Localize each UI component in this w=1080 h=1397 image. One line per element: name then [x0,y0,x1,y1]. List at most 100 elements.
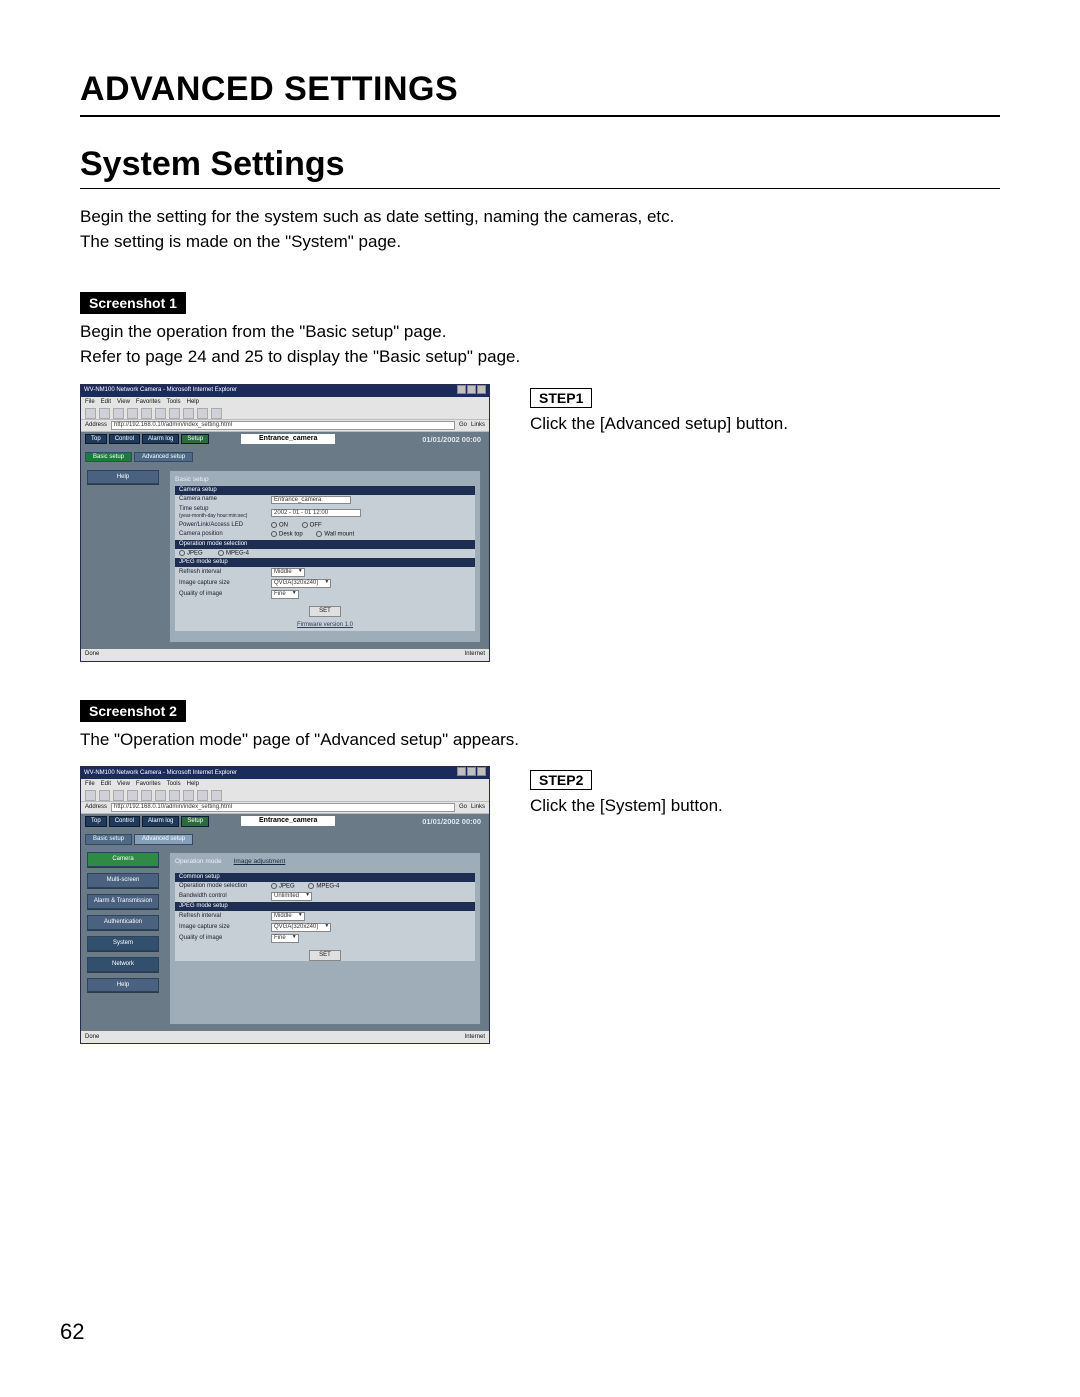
value-size: QVGA(320x240) [271,579,331,588]
bar-jpeg-mode: JPEG mode setup [175,902,475,911]
sidebar-authentication: Authentication [87,915,159,930]
menu-edit: Edit [101,399,111,406]
browser-toolbar [81,408,489,420]
menu-file: File [85,399,95,406]
history-icon [183,408,194,419]
browser-menubar: File Edit View Favorites Tools Help [81,779,489,790]
address-label: Address [85,804,107,811]
screenshot-1-text-1: Begin the operation from the "Basic setu… [80,320,1000,345]
radio-off: OFF [302,522,322,529]
screenshot-2-badge: Screenshot 2 [80,700,186,722]
mail-icon [197,790,208,801]
firmware-version: Firmware version 1.0 [175,620,475,631]
radio-jpeg: JPEG [271,883,295,890]
value-time: 2002 - 01 - 01 12:00 [271,509,361,517]
menu-file: File [85,781,95,788]
screenshot-2-text-1: The "Operation mode" page of "Advanced s… [80,728,1000,753]
tab-control: Control [109,434,140,445]
window-buttons [456,385,486,397]
links-label: Links [471,804,485,811]
intro-line-1: Begin the setting for the system such as… [80,205,1000,230]
screenshot-2-image: WV-NM100 Network Camera - Microsoft Inte… [80,766,490,1044]
screenshot-1-image: WV-NM100 Network Camera - Microsoft Inte… [80,384,490,662]
sidebar-system: System [87,936,159,951]
radio-wallmount: Wall mount [316,531,354,538]
fwd-icon [99,408,110,419]
screenshot-1-text-2: Refer to page 24 and 25 to display the "… [80,345,1000,370]
history-icon [183,790,194,801]
go-button: Go [459,422,467,429]
menu-tools: Tools [167,781,181,788]
window-title: WV-NM100 Network Camera - Microsoft Inte… [84,770,237,777]
sidebar-alarm: Alarm & Transmission [87,894,159,909]
search-icon [155,790,166,801]
value-bandwidth: Unlimited [271,892,312,901]
address-url: http://192.168.0.10/admin/index_setting.… [111,803,455,812]
heading-rule [80,115,1000,117]
favorites-icon [169,408,180,419]
back-icon [85,408,96,419]
favorites-icon [169,790,180,801]
fwd-icon [99,790,110,801]
set-button: SET [309,606,341,617]
browser-menubar: File Edit View Favorites Tools Help [81,397,489,408]
status-right: Internet [465,1034,485,1041]
inner-tab-operation-mode: Operation mode [175,858,222,865]
intro-line-2: The setting is made on the "System" page… [80,230,1000,255]
label-time-setup: Time setup(year-month-day hour:min:sec) [179,506,265,520]
tab-top: Top [85,434,107,445]
menu-favorites: Favorites [136,399,161,406]
screenshot-1-badge: Screenshot 1 [80,292,186,314]
label-camera-name: Camera name [179,496,265,503]
bar-operation-mode: Operation mode selection [175,540,475,549]
value-quality: Fine [271,590,299,599]
value-size: QVGA(320x240) [271,923,331,932]
address-label: Address [85,422,107,429]
label-refresh: Refresh interval [179,913,265,920]
bar-common-setup: Common setup [175,873,475,882]
set-button: SET [309,950,341,961]
page-number: 62 [60,1319,84,1345]
label-led: Power/Link/Access LED [179,522,265,529]
screenshot-2-section: Screenshot 2 The "Operation mode" page o… [80,700,1000,1045]
value-refresh: Middle [271,568,305,577]
camera-name-display: Entrance_camera [241,434,335,444]
camera-name-display: Entrance_camera [241,816,335,826]
tab-setup: Setup [181,434,209,445]
browser-address-bar: Address http://192.168.0.10/admin/index_… [81,420,489,432]
datetime-display: 01/01/2002 00:00 [422,436,481,445]
menu-view: View [117,781,130,788]
step1-label: STEP1 [530,388,592,408]
tab-setup: Setup [181,816,209,827]
subheading-rule [80,188,1000,189]
section-heading: System Settings [80,145,1000,184]
menu-view: View [117,399,130,406]
stop-icon [113,790,124,801]
home-icon [141,790,152,801]
refresh-icon [127,790,138,801]
sidebar-camera: Camera [87,852,159,867]
step2-text: Click the [System] button. [530,796,890,816]
mail-icon [197,408,208,419]
label-quality: Quality of image [179,591,265,598]
value-quality: Fine [271,934,299,943]
print-icon [211,408,222,419]
label-size: Image capture size [179,924,265,931]
menu-favorites: Favorites [136,781,161,788]
label-position: Camera position [179,531,265,538]
menu-help: Help [187,781,199,788]
datetime-display: 01/01/2002 00:00 [422,818,481,827]
subtab-basic-setup: Basic setup [85,452,132,463]
label-op-mode: Operation mode selection [179,883,265,890]
browser-address-bar: Address http://192.168.0.10/admin/index_… [81,802,489,814]
screenshot-1-section: Screenshot 1 Begin the operation from th… [80,292,1000,661]
radio-desktop: Desk top [271,531,303,538]
links-label: Links [471,422,485,429]
step2-label: STEP2 [530,770,592,790]
home-icon [141,408,152,419]
subtab-basic-setup: Basic setup [85,834,132,845]
tab-alarmlog: Alarm log [142,434,179,445]
label-size: Image capture size [179,580,265,587]
inner-tab-image-adjustment: Image adjustment [234,858,286,868]
address-url: http://192.168.0.10/admin/index_setting.… [111,421,455,430]
